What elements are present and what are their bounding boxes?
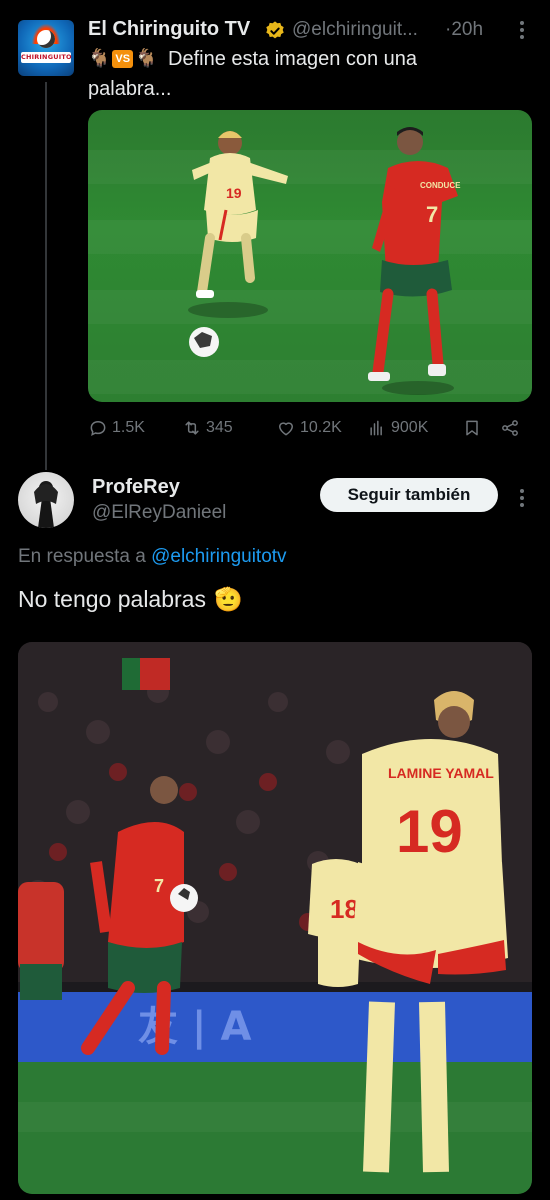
repost-count: 345 (206, 419, 233, 436)
saluting-face-emoji-icon: 🫡 (213, 586, 243, 612)
reply-button[interactable]: 1.5K (88, 418, 145, 438)
tweet-text-line1: Define esta imagen con una (168, 48, 418, 70)
views-count: 900K (391, 419, 429, 436)
vs-emoji-icon: VS (112, 49, 134, 68)
reply-icon (90, 420, 106, 437)
reply-image[interactable]: 友 | A 7 18 LAMINE YAMAL 19 (18, 642, 532, 1194)
reply-author-handle[interactable]: @ElReyDanieel (92, 502, 226, 524)
jersey-back-name: CONDUCE (420, 181, 461, 190)
tweet-actions-bar: 1.5K 345 10.2K 900K (88, 418, 532, 444)
player-number: 19 (226, 185, 242, 201)
heart-icon (279, 422, 293, 436)
tweet-emoji-row: 🐐 VS 🐐 (88, 48, 158, 69)
like-button[interactable]: 10.2K (276, 418, 342, 438)
reply-text: No tengo palabras 🫡 (18, 586, 243, 613)
football-icon (37, 30, 55, 48)
more-options-icon[interactable] (512, 486, 532, 510)
verified-badge-icon (266, 21, 284, 39)
reply-count: 1.5K (112, 419, 145, 436)
player-number: 7 (154, 876, 164, 896)
reply-author-avatar[interactable] (18, 472, 74, 528)
bookmark-button[interactable] (462, 418, 482, 438)
jersey-back-name: LAMINE YAMAL (388, 765, 494, 781)
tweet-text-line2: palabra... (88, 78, 172, 100)
tweet-time-value: 20h (451, 19, 484, 40)
football-scene: 19 CONDUCE 7 (188, 127, 461, 395)
avatar-figure (34, 481, 58, 528)
avatar-logo-text: CHIRINGUITO (21, 52, 72, 63)
share-button[interactable] (500, 418, 520, 438)
repost-button[interactable]: 345 (182, 418, 233, 438)
goat-emoji-icon: 🐐 (88, 48, 111, 68)
goat-emoji-icon: 🐐 (135, 48, 158, 68)
reply-context: En respuesta a @elchiringuitotv (18, 546, 287, 568)
views-icon (370, 420, 382, 436)
author-handle[interactable]: @elchiringuit... (292, 19, 440, 41)
jersey-back-number: 19 (396, 798, 463, 865)
repost-icon (185, 421, 199, 435)
thread-line (45, 82, 47, 470)
stadium-scene: 友 | A 7 18 LAMINE YAMAL 19 (18, 642, 532, 1194)
reply-to-label: En respuesta a (18, 546, 146, 567)
share-icon (502, 420, 518, 436)
tweet-image[interactable]: 19 CONDUCE 7 (88, 110, 532, 402)
reply-author-name[interactable]: ProfeRey (92, 476, 180, 499)
reply-text-content: No tengo palabras (18, 586, 206, 612)
ad-banner-text: 友 | A (138, 1004, 251, 1051)
tweet-time[interactable]: ·20h (445, 19, 483, 41)
reply-to-mention[interactable]: @elchiringuitotv (151, 546, 286, 567)
bookmark-icon (466, 420, 478, 436)
author-name[interactable]: El Chiringuito TV (88, 18, 250, 41)
player-number: 7 (426, 202, 438, 227)
more-options-icon[interactable] (512, 18, 532, 42)
like-count: 10.2K (300, 419, 342, 436)
views-button[interactable]: 900K (367, 418, 428, 438)
follow-button[interactable]: Seguir también (320, 478, 498, 512)
author-avatar[interactable]: CHIRINGUITO (18, 20, 74, 76)
